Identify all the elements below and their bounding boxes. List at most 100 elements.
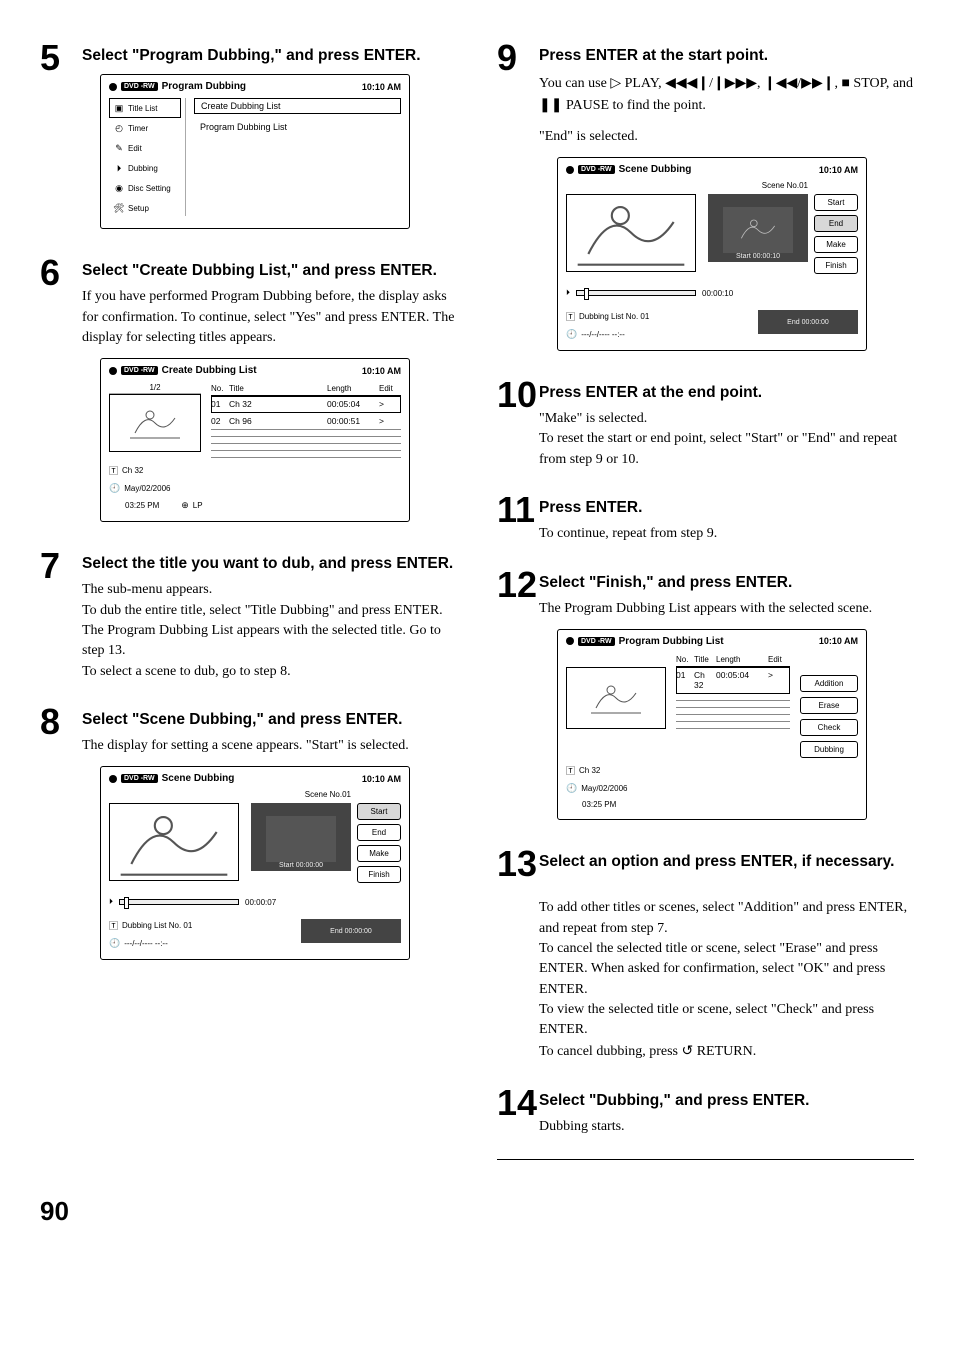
text: RETURN. (693, 1044, 756, 1059)
option-program-dubbing-list[interactable]: Program Dubbing List (194, 120, 401, 134)
step-title: Select "Finish," and press ENTER. (539, 573, 914, 593)
meta-date: May/02/2006 (124, 484, 170, 493)
table-row (211, 451, 401, 458)
panel-time: 10:10 AM (362, 366, 401, 376)
sidebar-item-disc-setting[interactable]: ◉Disc Setting (109, 178, 181, 198)
timer-icon: ◴ (113, 122, 125, 134)
cell-title: Ch 96 (229, 416, 327, 426)
progress-knob[interactable] (124, 897, 129, 909)
meta-time: 03:25 PM (125, 501, 159, 510)
text: , (757, 76, 764, 91)
left-column: 5 Select "Program Dubbing," and press EN… (40, 40, 457, 1166)
cell-edit: > (379, 399, 401, 409)
dub-list-date: ---/--/---- --:-- (581, 330, 625, 339)
sidebar-item-edit[interactable]: ✎Edit (109, 138, 181, 158)
sidebar-item-dubbing[interactable]: ⏵Dubbing (109, 158, 181, 178)
table-row (211, 430, 401, 437)
step-8: 8 Select "Scene Dubbing," and press ENTE… (40, 704, 457, 974)
meta-title: Ch 32 (579, 766, 600, 775)
finish-button[interactable]: Finish (814, 257, 858, 274)
table-row (676, 715, 790, 722)
dub-list-date: ---/--/---- --:-- (124, 939, 168, 948)
step-14: 14 Select "Dubbing," and press ENTER. Du… (497, 1085, 914, 1147)
finish-button[interactable]: Finish (357, 866, 401, 883)
sidebar-item-setup[interactable]: 🛠Setup (109, 198, 181, 218)
table-row (211, 437, 401, 444)
disc-icon (109, 83, 117, 91)
step-number: 11 (497, 492, 539, 528)
progress-knob[interactable] (584, 288, 589, 300)
text: To add other titles or scenes, select "A… (539, 900, 907, 1059)
play-icon: ▷ (610, 74, 621, 90)
thumbnail (566, 667, 666, 729)
program-dubbing-panel: DVD -RW Program Dubbing 10:10 AM ▣Title … (100, 74, 410, 229)
progress-bar[interactable] (119, 899, 239, 905)
step-description: The display for setting a scene appears.… (82, 736, 457, 756)
table-row[interactable]: 01 Ch 32 00:05:04 > (676, 667, 790, 694)
figure-skate-icon (110, 800, 238, 885)
panel-time: 10:10 AM (819, 636, 858, 646)
next-icon: ▶▶❙ (801, 74, 834, 90)
step-title: Press ENTER at the start point. (539, 46, 914, 66)
figure-skate-icon (125, 403, 185, 443)
dubbing-icon: ⏵ (113, 162, 125, 174)
step-title: Press ENTER. (539, 498, 914, 518)
start-button[interactable]: Start (357, 803, 401, 820)
start-button[interactable]: Start (814, 194, 858, 211)
cell-edit: > (768, 670, 790, 690)
addition-button[interactable]: Addition (800, 675, 858, 692)
sidebar-item-title-list[interactable]: ▣Title List (109, 98, 181, 118)
clock-icon: 🕘 (109, 483, 120, 494)
col-no: No. (676, 655, 694, 664)
scene-main-thumb (109, 803, 239, 881)
right-column: 9 Press ENTER at the start point. You ca… (497, 40, 914, 1166)
step-description: To continue, repeat from step 9. (539, 524, 914, 544)
progress-time: 00:00:07 (245, 898, 276, 907)
sidebar-item-label: Edit (128, 144, 142, 153)
sidebar-item-timer[interactable]: ◴Timer (109, 118, 181, 138)
option-create-dubbing-list[interactable]: Create Dubbing List (194, 98, 401, 114)
step-number: 6 (40, 255, 82, 291)
step-number: 8 (40, 704, 82, 740)
sidebar-item-label: Disc Setting (128, 184, 171, 193)
step-description: Dubbing starts. (539, 1117, 914, 1137)
check-button[interactable]: Check (800, 719, 858, 736)
table-row[interactable]: 02 Ch 96 00:00:51 > (211, 413, 401, 430)
slow-fwd-icon: ❙▶▶▶ (713, 74, 757, 90)
meta-date: May/02/2006 (581, 784, 627, 793)
panel-time: 10:10 AM (362, 82, 401, 92)
progress-time: 00:00:10 (702, 289, 733, 298)
table-row[interactable]: 01 Ch 32 00:05:04 > (211, 396, 401, 413)
end-button[interactable]: End (357, 824, 401, 841)
cell-length: 00:00:51 (327, 416, 379, 426)
cell-no: 01 (676, 670, 694, 690)
sidebar-item-label: Title List (128, 104, 158, 113)
text: PLAY, (621, 76, 665, 91)
slow-rew-icon: ◀◀◀❙ (665, 74, 709, 90)
scene-dubbing-panel-start: DVD -RW Scene Dubbing 10:10 AM Scene No.… (100, 766, 410, 960)
figure-skate-icon (733, 213, 783, 247)
clock-icon: 🕘 (109, 938, 120, 949)
end-button[interactable]: End (814, 215, 858, 232)
erase-button[interactable]: Erase (800, 697, 858, 714)
dub-list-name: Dubbing List No. 01 (579, 312, 649, 321)
step-description: If you have performed Program Dubbing be… (82, 287, 457, 348)
cell-title: Ch 32 (229, 399, 327, 409)
start-time-label: Start 00:00:10 (736, 253, 780, 260)
step-description: "Make" is selected. To reset the start o… (539, 409, 914, 470)
step-number: 10 (497, 377, 539, 413)
step-title: Select "Dubbing," and press ENTER. (539, 1091, 914, 1111)
make-button[interactable]: Make (357, 845, 401, 862)
rec-mode-icon: ⊕ (181, 500, 189, 511)
step-title: Select the title you want to dub, and pr… (82, 554, 457, 574)
progress-bar[interactable] (576, 290, 696, 296)
step-title: Select an option and press ENTER, if nec… (539, 852, 914, 872)
dubbing-button[interactable]: Dubbing (800, 741, 858, 758)
dvd-badge: DVD -RW (121, 774, 158, 783)
clock-icon: 🕘 (566, 329, 577, 340)
text: You can use (539, 76, 610, 91)
title-list-header: No. Title Length Edit (211, 382, 401, 396)
make-button[interactable]: Make (814, 236, 858, 253)
col-length: Length (716, 655, 768, 664)
end-time-label: End 00:00:00 (758, 310, 858, 334)
